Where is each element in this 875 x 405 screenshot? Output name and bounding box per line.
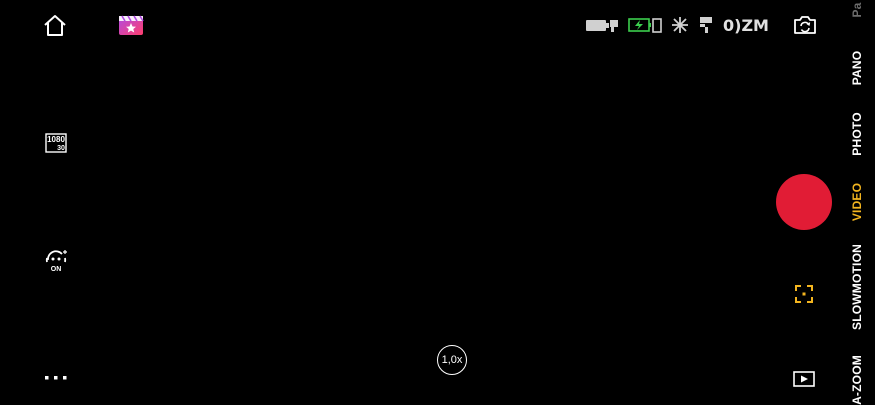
- mode-selector: Pa PANO PHOTO VIDEO SLOWMOTION A-ZOOM: [840, 0, 875, 404]
- resolution-top-text: 1080: [47, 135, 65, 144]
- gimbal-icon: [700, 17, 712, 33]
- stabilizer-icon: ON: [45, 250, 67, 273]
- stabilizer-button[interactable]: ON: [43, 248, 69, 274]
- battery-icon: [586, 20, 618, 32]
- charging-battery-icon: [628, 18, 662, 33]
- ellipsis-icon: [45, 376, 67, 380]
- flash-off-icon: [672, 17, 688, 33]
- mode-pano[interactable]: PANO: [850, 51, 864, 86]
- video-app-button[interactable]: [118, 14, 144, 36]
- more-options-button[interactable]: [44, 374, 68, 382]
- focus-target-icon: [795, 285, 813, 303]
- focus-button[interactable]: [794, 284, 814, 304]
- resolution-bottom-text: 30: [57, 145, 65, 152]
- record-button[interactable]: [776, 174, 832, 230]
- stabilizer-state-text: ON: [51, 266, 62, 273]
- mode-slowmotion[interactable]: SLOWMOTION: [850, 244, 864, 330]
- clapperboard-icon: [119, 15, 144, 35]
- switch-camera-button[interactable]: [792, 14, 818, 36]
- resolution-button[interactable]: 1080 30: [43, 132, 69, 154]
- mode-partial[interactable]: Pa: [850, 2, 864, 17]
- mode-video[interactable]: VIDEO: [850, 183, 864, 221]
- home-button[interactable]: [42, 13, 68, 39]
- camera-flip-icon: [794, 16, 816, 34]
- gallery-button[interactable]: [793, 371, 815, 387]
- zoom-status-label: 0)ZM: [723, 15, 769, 35]
- home-icon: [44, 15, 66, 36]
- status-bar: 0)ZM: [585, 14, 769, 36]
- mode-a-zoom[interactable]: A-ZOOM: [850, 355, 864, 405]
- zoom-level-button[interactable]: 1,0x: [437, 345, 467, 375]
- mode-photo[interactable]: PHOTO: [850, 112, 864, 155]
- play-icon: [793, 371, 815, 387]
- resolution-icon: 1080 30: [45, 133, 67, 153]
